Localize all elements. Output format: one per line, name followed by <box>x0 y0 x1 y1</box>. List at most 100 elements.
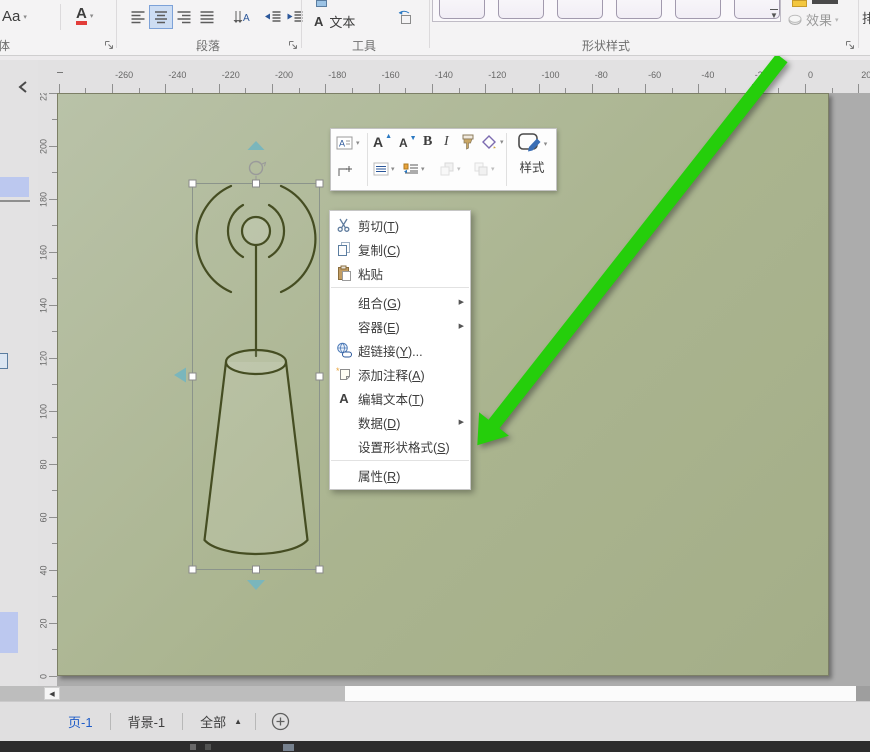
h-ruler-major-tick <box>645 84 646 93</box>
h-ruler-tick-label: -240 <box>168 70 186 80</box>
font-dialog-launcher-icon[interactable] <box>104 38 115 49</box>
style-swatch[interactable] <box>675 0 721 19</box>
paragraph-dialog-launcher-icon[interactable] <box>288 38 299 49</box>
context-menu-item[interactable]: 复制(C) <box>330 237 470 261</box>
submenu-arrow-icon: ▶ <box>459 298 464 306</box>
context-menu-item[interactable]: 容器(E)▶ <box>330 314 470 338</box>
line-options-button[interactable]: ▾ <box>373 162 395 176</box>
gallery-more-icon <box>770 9 778 10</box>
font-color-letter: A <box>76 6 87 25</box>
effects-button[interactable]: 效果 ▾ <box>788 10 839 29</box>
text-direction-icon: A <box>231 9 253 25</box>
add-page-button[interactable] <box>271 712 290 731</box>
scroll-left-button[interactable]: ◀ <box>44 687 60 700</box>
status-bar <box>0 741 870 752</box>
scissors-icon <box>330 217 358 233</box>
align-left-button[interactable] <box>126 5 150 29</box>
context-menu-item[interactable]: 数据(D) ▶ <box>330 410 470 434</box>
text-direction-button[interactable]: A <box>228 5 256 29</box>
grow-font-button[interactable]: A▲ <box>373 134 392 150</box>
shrink-font-button[interactable]: A▼ <box>399 136 417 150</box>
horizontal-scrollbar[interactable]: ◀ <box>0 686 870 701</box>
align-center-button[interactable] <box>149 5 173 29</box>
shape-styles-dialog-launcher-icon[interactable] <box>845 38 856 49</box>
tab-divider <box>110 713 111 730</box>
format-painter-button[interactable] <box>461 134 476 150</box>
tab-divider <box>182 713 183 730</box>
context-menu-item-label: 数据(D) <box>358 413 400 432</box>
h-ruler-major-tick <box>698 84 699 93</box>
h-ruler-tick-label: -80 <box>595 70 608 80</box>
increase-indent-button[interactable] <box>283 5 307 29</box>
change-case-button[interactable]: Aa ▾ <box>2 8 27 25</box>
context-menu-item[interactable]: A编辑文本(T) <box>330 386 470 410</box>
chevron-down-icon: ▾ <box>356 139 360 147</box>
collapse-panel-chevron-icon[interactable] <box>17 80 29 94</box>
submenu-arrow-icon: ▶ <box>459 418 464 426</box>
pointer-tool-button[interactable] <box>396 8 414 31</box>
paragraph-options-button[interactable]: ▾ <box>403 162 425 176</box>
bring-forward-icon <box>439 162 455 176</box>
text-style-button[interactable]: A ▾ <box>336 135 360 151</box>
panel-selection-highlight[interactable] <box>0 177 29 197</box>
horizontal-ruler[interactable]: -260-240-220-200-180-160-140-120-100-80-… <box>38 60 870 93</box>
style-swatch[interactable] <box>616 0 662 19</box>
svg-text:A: A <box>339 139 345 149</box>
context-menu-item[interactable]: 剪切(T) <box>330 213 470 237</box>
shape-format-button[interactable]: ▾ <box>481 134 504 150</box>
svg-text:A: A <box>243 13 250 24</box>
bring-forward-button[interactable]: ▾ <box>439 162 461 176</box>
align-right-button[interactable] <box>172 5 196 29</box>
scrollbar-end-cap <box>856 686 870 701</box>
bold-button[interactable]: B <box>423 134 432 150</box>
clipped-fill-button-icon <box>792 0 807 7</box>
tab-dropdown-icon[interactable]: ▲ <box>234 717 242 726</box>
gallery-more-button[interactable]: ▼ <box>767 0 781 20</box>
status-icon <box>205 744 211 750</box>
panel-selection-highlight[interactable] <box>0 612 18 653</box>
h-ruler-minor-tick <box>352 88 353 93</box>
style-swatch[interactable] <box>498 0 544 19</box>
context-menu-item-label: 设置形状格式(S) <box>358 437 450 456</box>
context-menu-item[interactable]: 属性(R) <box>330 463 470 487</box>
group-divider <box>116 0 117 48</box>
hyperlink-icon <box>330 342 358 358</box>
style-swatch[interactable] <box>557 0 603 19</box>
justify-button[interactable] <box>195 5 219 29</box>
v-ruler-tick-label: 0 <box>39 662 50 687</box>
style-button[interactable]: ▾ 样式 <box>511 132 553 187</box>
v-ruler-major-tick <box>49 623 57 624</box>
context-menu-item[interactable]: 粘贴 <box>330 261 470 285</box>
page-tab[interactable]: 页-1 <box>64 712 97 731</box>
scrollbar-thumb[interactable] <box>345 686 856 701</box>
context-menu-item[interactable]: *添加注释(A) <box>330 362 470 386</box>
h-ruler-minor-tick <box>405 88 406 93</box>
v-ruler-tick-label: 100 <box>39 396 50 426</box>
v-ruler-tick-label: 220 <box>39 93 50 108</box>
text-tool-button[interactable]: A 文本 <box>314 12 355 31</box>
chevron-down-icon: ▾ <box>491 165 495 173</box>
context-menu-item-label: 添加注释(A) <box>358 365 425 384</box>
context-menu-item[interactable]: 组合(G)▶ <box>330 290 470 314</box>
change-case-label: Aa <box>2 8 20 25</box>
v-ruler-minor-tick <box>52 172 57 173</box>
h-ruler-major-tick <box>165 84 166 93</box>
page-tab[interactable]: 背景-1 <box>124 712 170 731</box>
h-ruler-major-tick <box>219 84 220 93</box>
connector-button[interactable] <box>337 163 354 179</box>
context-menu-item[interactable]: 设置形状格式(S) <box>330 434 470 458</box>
v-ruler-major-tick <box>49 252 57 253</box>
h-ruler-minor-tick <box>299 88 300 93</box>
send-backward-button[interactable]: ▾ <box>473 162 495 176</box>
clipped-arrange-group-label: 排 <box>862 8 870 27</box>
group-divider <box>429 0 430 48</box>
h-ruler-major-tick <box>379 84 380 93</box>
decrease-indent-button[interactable] <box>261 5 285 29</box>
page-tab[interactable]: 全部 <box>196 712 230 731</box>
v-ruler-minor-tick <box>52 649 57 650</box>
context-menu-item[interactable]: 超链接(Y)... <box>330 338 470 362</box>
style-swatch[interactable] <box>439 0 485 19</box>
vertical-ruler[interactable]: 220200180160140120100806040200 <box>38 93 57 686</box>
italic-button[interactable]: I <box>444 134 449 150</box>
font-color-button[interactable]: A ▾ <box>76 6 93 25</box>
